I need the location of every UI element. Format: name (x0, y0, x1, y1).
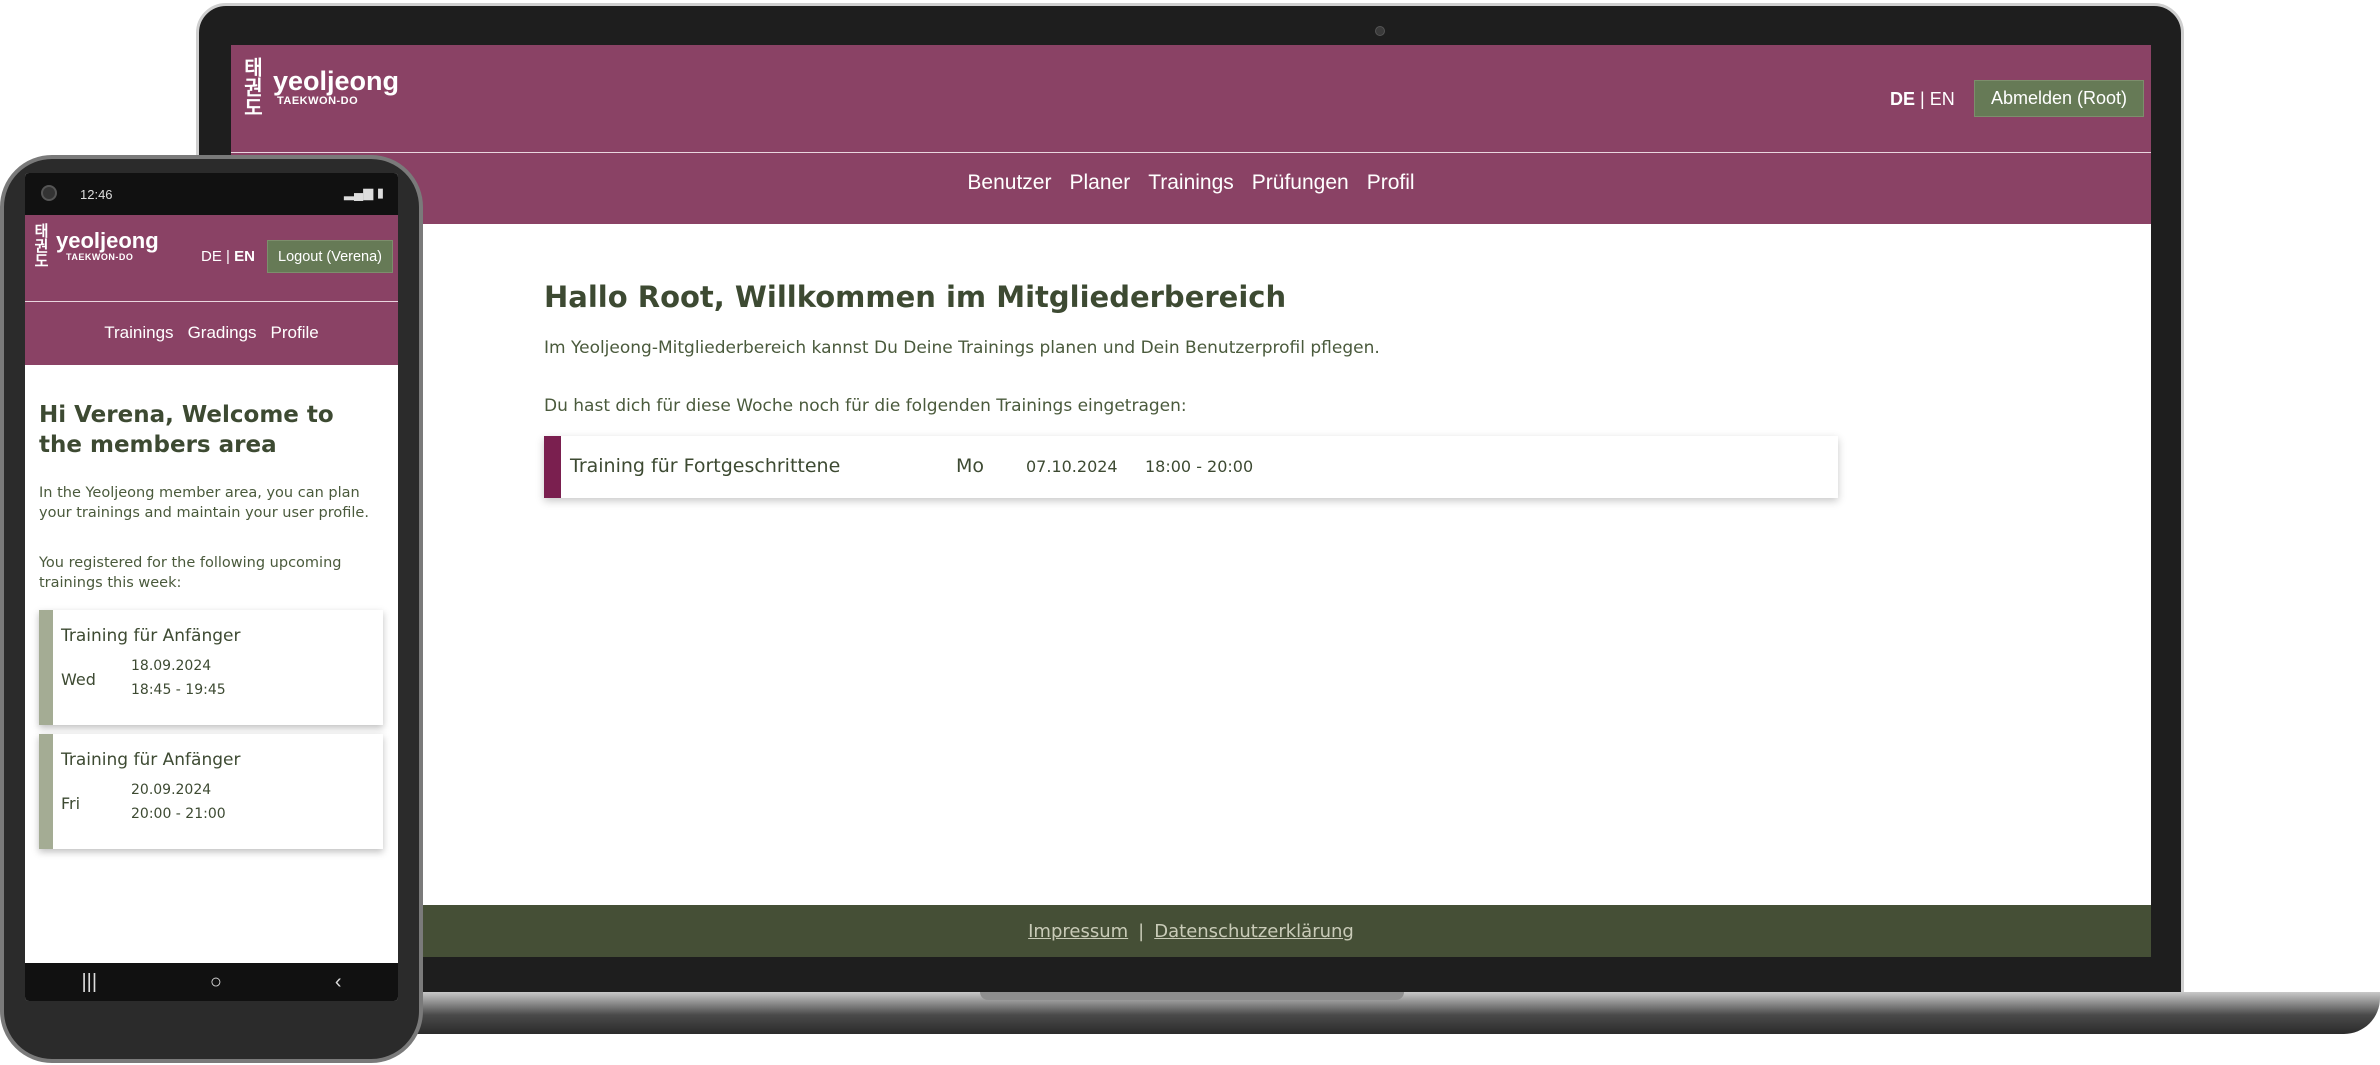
mobile-training-day: Fri (61, 794, 81, 813)
training-card[interactable]: Training für Fortgeschrittene Mo 07.10.2… (544, 436, 1838, 498)
lang-en-link[interactable]: EN (1930, 89, 1955, 109)
logo-subtitle: TAEKWON-DO (277, 94, 359, 107)
mobile-site-logo[interactable]: 태권도 yeoljeong TAEKWON-DO (31, 223, 159, 268)
mobile-logo-subtitle: TAEKWON-DO (66, 251, 134, 262)
webcam-icon (1375, 26, 1385, 36)
training-date: 07.10.2024 (1026, 457, 1118, 476)
mobile-training-time: 18:45 - 19:45 (131, 682, 226, 698)
mobile-registered-text: You registered for the following upcomin… (39, 555, 342, 592)
mobile-training-card[interactable]: Training für Anfänger Wed 18.09.2024 18:… (39, 610, 383, 725)
nav-item-trainings[interactable]: Trainings (1148, 171, 1234, 195)
intro-text: Im Yeoljeong-Mitgliederbereich kannst Du… (544, 338, 1380, 358)
phone-screen: 12:46 ▂▄▆ ▮ 태권도 yeoljeong TAEKWON-DO DE … (25, 173, 398, 1001)
site-footer: Impressum | Datenschutzerklärung (231, 905, 2151, 957)
front-camera-icon (41, 185, 57, 201)
nav-item-benutzer[interactable]: Benutzer (967, 171, 1051, 195)
mobile-training-time: 20:00 - 21:00 (131, 806, 226, 822)
mobile-training-stripe (39, 610, 53, 725)
lang-de-link[interactable]: DE (1890, 89, 1915, 109)
nav-item-profil[interactable]: Profil (1367, 171, 1415, 195)
mobile-lang-separator: | (226, 248, 230, 265)
android-nav-bar: ||| ○ ‹ (25, 963, 398, 1001)
site-logo[interactable]: 태권도 yeoljeong TAEKWON-DO (238, 57, 399, 117)
mobile-language-switcher: DE | EN (201, 248, 255, 265)
main-nav: Benutzer Planer Trainings Prüfungen Prof… (231, 171, 2151, 195)
mobile-training-title: Training für Anfänger (61, 750, 241, 770)
mobile-nav-item-trainings[interactable]: Trainings (104, 323, 173, 343)
mobile-training-day: Wed (61, 670, 96, 689)
training-day: Mo (956, 455, 985, 477)
lang-separator: | (1920, 89, 1925, 109)
back-icon[interactable]: ‹ (335, 971, 342, 994)
status-time: 12:46 (80, 186, 113, 202)
logout-button[interactable]: Abmelden (Root) (1974, 80, 2144, 117)
privacy-link[interactable]: Datenschutzerklärung (1154, 921, 1354, 942)
mobile-training-title: Training für Anfänger (61, 626, 241, 646)
footer-separator: | (1138, 920, 1145, 942)
mobile-logout-button[interactable]: Logout (Verena) (267, 240, 393, 273)
mobile-nav: Trainings Gradings Profile (25, 323, 398, 343)
laptop-hinge (980, 992, 1404, 1000)
language-switcher: DE | EN (1890, 89, 1955, 110)
registered-text: Du hast dich für diese Woche noch für di… (544, 396, 1187, 416)
mobile-lang-de-link[interactable]: DE (201, 248, 222, 265)
logo-emblem: 태권도 (240, 57, 264, 117)
site-header: 태권도 yeoljeong TAEKWON-DO DE | EN Abmelde… (231, 45, 2151, 224)
mobile-training-card[interactable]: Training für Anfänger Fri 20.09.2024 20:… (39, 734, 383, 849)
mobile-nav-item-gradings[interactable]: Gradings (188, 323, 257, 343)
page-title: Hallo Root, Willkommen im Mitgliederbere… (544, 280, 1287, 314)
training-title: Training für Fortgeschrittene (570, 455, 841, 477)
mobile-header-divider (25, 301, 398, 302)
home-icon[interactable]: ○ (210, 971, 222, 994)
mobile-nav-item-profile[interactable]: Profile (271, 323, 319, 343)
signal-battery-icon: ▂▄▆ ▮ (344, 185, 384, 200)
recent-apps-icon[interactable]: ||| (81, 971, 97, 994)
mobile-training-stripe (39, 734, 53, 849)
mobile-header: 태권도 yeoljeong TAEKWON-DO DE | EN Logout … (25, 215, 398, 365)
nav-item-pruefungen[interactable]: Prüfungen (1252, 171, 1349, 195)
logo-wordmark: yeoljeong (273, 65, 400, 96)
header-divider (231, 152, 2151, 153)
mobile-training-date: 20.09.2024 (131, 782, 212, 798)
mobile-logo-wordmark: yeoljeong (56, 227, 159, 253)
mobile-lang-en-link[interactable]: EN (234, 248, 255, 265)
mobile-page-title: Hi Verena, Welcome to the members area (39, 402, 334, 458)
mobile-training-date: 18.09.2024 (131, 658, 212, 674)
impressum-link[interactable]: Impressum (1028, 921, 1128, 942)
mobile-intro-text: In the Yeoljeong member area, you can pl… (39, 485, 369, 522)
training-stripe (544, 436, 561, 498)
laptop-screen: 태권도 yeoljeong TAEKWON-DO DE | EN Abmelde… (231, 45, 2151, 957)
nav-item-planer[interactable]: Planer (1069, 171, 1130, 195)
phone-status-bar: 12:46 ▂▄▆ ▮ (25, 173, 398, 215)
mobile-logo-emblem: 태권도 (32, 223, 50, 268)
training-time: 18:00 - 20:00 (1145, 457, 1254, 476)
